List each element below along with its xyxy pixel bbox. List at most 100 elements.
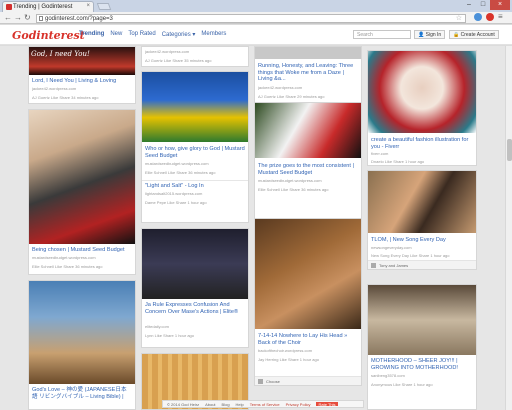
sign-in-button[interactable]: 👤 Sign In (414, 30, 446, 39)
pin-image (29, 281, 135, 384)
footer-copyright: © 2014 God Heirz (167, 402, 200, 407)
pin-source[interactable]: lightandsalt2015.wordpress.com (145, 191, 245, 196)
reload-icon[interactable]: ↻ (24, 14, 31, 22)
extension-icon[interactable] (474, 13, 482, 21)
window-controls: – □ × (462, 0, 510, 10)
menu-trending[interactable]: Trending (79, 31, 104, 38)
pin-meta: AJ Goertz Like Share 34 minutes ago (32, 95, 99, 100)
pin-image: God, I need You! (29, 47, 135, 75)
pin-title[interactable]: TLOM, | New Song Every Day (371, 237, 473, 244)
user-avatar (258, 379, 263, 384)
pin-card[interactable]: MOTHERHOOD – SHEER JOY!!! | GROWING INTO… (367, 284, 477, 410)
pin-meta: Ellie Schnell Like Share 36 minutes ago (258, 187, 329, 192)
pin-meta: Jay Herring Like Share 1 hour ago (258, 357, 319, 362)
pin-image (255, 219, 361, 329)
pin-meta: Ellie Schnell Like Share 36 minutes ago (32, 264, 103, 269)
menu-new[interactable]: New (110, 31, 122, 38)
pin-source[interactable]: fiverr.com (371, 151, 473, 156)
pin-title[interactable]: The prize goes to the most consistent | … (258, 163, 358, 176)
pin-meta: Dame Pepe Like Share 1 hour ago (145, 200, 207, 205)
close-window-button[interactable]: × (490, 0, 510, 10)
footer-link-terms[interactable]: Terms of Service (250, 402, 280, 407)
pin-source[interactable]: jackee42.wordpress.com (32, 86, 132, 91)
menu-members[interactable]: Members (201, 31, 226, 38)
pin-title[interactable]: Lord, I Need You | Living & Loving (32, 78, 132, 85)
forward-icon[interactable]: → (14, 14, 22, 22)
pin-footer: Tony and James (368, 260, 476, 269)
pin-title[interactable]: "Light and Salt" - Log In (145, 183, 245, 190)
vertical-scrollbar[interactable] (505, 46, 512, 410)
user-avatar (371, 263, 376, 268)
pin-image-caption: God, I need You! (31, 50, 90, 58)
pin-footer-text: Tony and James (379, 263, 409, 268)
pin-image (142, 72, 248, 142)
scrollbar-thumb[interactable] (507, 139, 512, 161)
pin-card[interactable]: Who or how, give glory to God | Mustard … (141, 71, 249, 223)
tab-title: Trending | Godinterest (13, 4, 73, 10)
pin-image (368, 171, 476, 233)
pin-card[interactable]: create a beautiful fashion illustration … (367, 50, 477, 166)
pin-footer-text: Choose (266, 379, 280, 384)
pin-card[interactable]: TLOM, | New Song Every Day newsongeveryd… (367, 170, 477, 270)
create-account-button[interactable]: 🔒 Create Account (449, 30, 499, 39)
pin-source[interactable]: jackee42.wordpress.com (145, 49, 245, 54)
tab-close-icon[interactable]: × (86, 3, 90, 9)
pin-meta: AJ Goertz Like Share 35 minutes ago (145, 58, 212, 63)
sign-in-label: Sign In (425, 32, 442, 38)
address-bar-row: ← → ↻ godinterest.com/?page=3 ☆ ≡ (0, 12, 512, 24)
pin-title[interactable]: Who or how, give glory to God | Mustard … (145, 146, 245, 159)
star-icon[interactable]: ☆ (456, 14, 462, 22)
pin-image (368, 51, 476, 133)
footer-link-privacy[interactable]: Privacy Policy (286, 402, 311, 407)
pin-card[interactable]: 7-14-14 Nowhere to Lay His Head » Back o… (254, 218, 362, 386)
menu-icon[interactable]: ≡ (498, 13, 503, 21)
pin-meta: New Song Every Day Like Share 1 hour ago (371, 253, 450, 258)
browser-tab[interactable]: Trending | Godinterest × (2, 1, 94, 12)
footer-link-blog[interactable]: Blog (222, 402, 230, 407)
page-icon (39, 16, 43, 21)
pin-source[interactable]: mustardseedbudget.wordpress.com (145, 161, 245, 166)
minimize-button[interactable]: – (462, 0, 476, 10)
pin-source[interactable]: mustardseedbudget.wordpress.com (32, 255, 132, 260)
url-text: godinterest.com/?page=3 (45, 16, 113, 22)
maximize-button[interactable]: □ (476, 0, 490, 10)
new-tab-button[interactable] (96, 3, 112, 10)
pin-title[interactable]: MOTHERHOOD – SHEER JOY!!! | GROWING INTO… (371, 358, 473, 371)
pin-title[interactable]: create a beautiful fashion illustration … (371, 137, 473, 150)
site-footer: © 2014 God Heirz About Blog Help Terms o… (162, 400, 364, 408)
pin-source[interactable]: mustardseedbudget.wordpress.com (258, 178, 358, 183)
pin-title[interactable]: Running, Honesty, and Leaving: Three thi… (258, 63, 358, 83)
pin-card[interactable]: jackee42.wordpress.com AJ Goertz Like Sh… (141, 46, 249, 67)
footer-link-help[interactable]: Help (236, 402, 244, 407)
pin-title[interactable]: 7-14-14 Nowhere to Lay His Head » Back o… (258, 333, 358, 346)
footer-link-about[interactable]: About (205, 402, 215, 407)
pin-title[interactable]: God's Love – 神の愛 (JAPANESE日本語 リビングバイブル –… (32, 387, 132, 400)
pin-card[interactable]: Being chosen | Mustard Seed Budget musta… (28, 109, 136, 275)
pin-source[interactable]: backofthechoir.wordpress.com (258, 348, 358, 353)
pin-title[interactable]: Being chosen | Mustard Seed Budget (32, 247, 132, 254)
pin-source[interactable]: elitedaily.com (145, 324, 245, 329)
pin-image (255, 47, 361, 59)
create-account-label: Create Account (460, 32, 495, 38)
menu-categories[interactable]: Categories ▾ (162, 31, 196, 38)
pin-source[interactable]: newsongeveryday.com (371, 245, 473, 250)
pin-card[interactable]: God's Love – 神の愛 (JAPANESE日本語 リビングバイブル –… (28, 280, 136, 410)
pin-meta: Lynn Like Share 1 hour ago (145, 333, 194, 338)
pin-title[interactable]: Ja Rule Expresses Confusion And Concern … (145, 302, 245, 315)
menu-top-rated[interactable]: Top Rated (128, 31, 155, 38)
search-input[interactable]: Search (353, 30, 411, 39)
pin-source[interactable]: sanibeng3578.com (371, 373, 473, 378)
url-input[interactable]: godinterest.com/?page=3 ☆ (36, 14, 466, 23)
pinterest-icon[interactable] (486, 13, 494, 21)
pin-card[interactable]: Ja Rule Expresses Confusion And Concern … (141, 228, 249, 348)
pin-meta: Ellie Schnell Like Share 36 minutes ago (145, 170, 216, 175)
pin-meta: AJ Goertz Like Share 29 minutes ago (258, 94, 325, 99)
main-menu: Trending New Top Rated Categories ▾ Memb… (79, 31, 226, 38)
pin-grid: God, I need You! Lord, I Need You | Livi… (0, 46, 505, 410)
pin-source[interactable]: jackee42.wordpress.com (258, 85, 358, 90)
footer-link-rate[interactable]: Rate This (316, 402, 338, 407)
back-icon[interactable]: ← (4, 14, 12, 22)
site-logo[interactable]: Godinterest (12, 29, 85, 42)
pin-image (142, 229, 248, 299)
pin-card[interactable]: God, I need You! Lord, I Need You | Livi… (28, 46, 136, 104)
